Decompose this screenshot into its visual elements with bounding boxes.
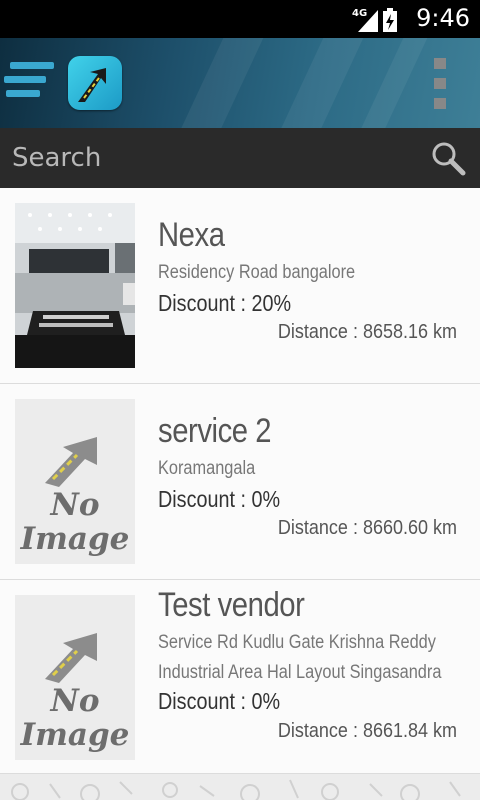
- showroom-photo: [15, 203, 135, 368]
- vendor-distance: Distance : 8660.60 km: [278, 517, 457, 540]
- vendor-name: service 2: [158, 412, 272, 450]
- overflow-menu-icon[interactable]: [434, 58, 448, 110]
- status-icons: 4G: [352, 6, 398, 32]
- no-image-text-no: No: [50, 487, 100, 523]
- distance-label: Distance: [277, 321, 348, 343]
- status-bar: 4G 9:46: [0, 0, 480, 38]
- no-image-placeholder: No Image: [15, 595, 135, 760]
- vendor-address: Residency Road bangalore: [158, 262, 356, 283]
- status-time: 9:46: [416, 4, 470, 32]
- search-icon[interactable]: [430, 140, 466, 176]
- vendor-name: Nexa: [158, 216, 225, 254]
- vendor-discount: Discount : 20%: [158, 290, 292, 316]
- vendor-discount: Discount : 0%: [158, 688, 281, 714]
- app-logo: [68, 56, 122, 110]
- vendor-discount: Discount : 0%: [158, 486, 281, 512]
- vendor-distance: Distance : 8658.16 km: [278, 321, 457, 344]
- app-bar: [0, 38, 480, 128]
- no-image-placeholder: No Image: [15, 399, 135, 564]
- search-bar: [0, 128, 480, 188]
- search-input[interactable]: [12, 140, 412, 176]
- vendor-distance: Distance : 8661.84 km: [278, 720, 457, 743]
- no-image-text-image: Image: [20, 521, 130, 557]
- distance-label: Distance: [277, 720, 348, 742]
- vendor-thumbnail: No Image: [15, 399, 135, 564]
- road-arrow-icon: [45, 633, 97, 683]
- road-arrow-icon: [78, 68, 106, 102]
- distance-label: Distance: [277, 517, 348, 539]
- vendor-list: Nexa Residency Road bangalore Discount :…: [0, 188, 480, 774]
- vendor-thumbnail: [15, 203, 135, 368]
- menu-icon[interactable]: [4, 62, 54, 104]
- road-arrow-icon: [45, 437, 97, 487]
- distance-value: : 8660.60 km: [352, 517, 457, 539]
- vendor-address: Service Rd Kudlu Gate Krishna Reddy Indu…: [158, 632, 442, 683]
- battery-icon: [383, 8, 397, 32]
- vendor-address: Koramangala: [158, 458, 256, 479]
- background-pattern: [0, 774, 480, 800]
- svg-text:4G: 4G: [352, 8, 367, 19]
- vendor-thumbnail: No Image: [15, 595, 135, 760]
- vendor-list-item[interactable]: Nexa Residency Road bangalore Discount :…: [0, 188, 480, 384]
- no-image-text-no: No: [50, 683, 100, 719]
- vendor-list-item[interactable]: No Image service 2 Koramangala Discount …: [0, 384, 480, 580]
- no-image-text-image: Image: [20, 717, 130, 753]
- network-signal-icon: 4G: [352, 8, 378, 32]
- vendor-name: Test vendor: [158, 586, 305, 624]
- distance-value: : 8658.16 km: [352, 321, 457, 343]
- vendor-list-item[interactable]: No Image Test vendor Service Rd Kudlu Ga…: [0, 580, 480, 774]
- distance-value: : 8661.84 km: [352, 720, 457, 742]
